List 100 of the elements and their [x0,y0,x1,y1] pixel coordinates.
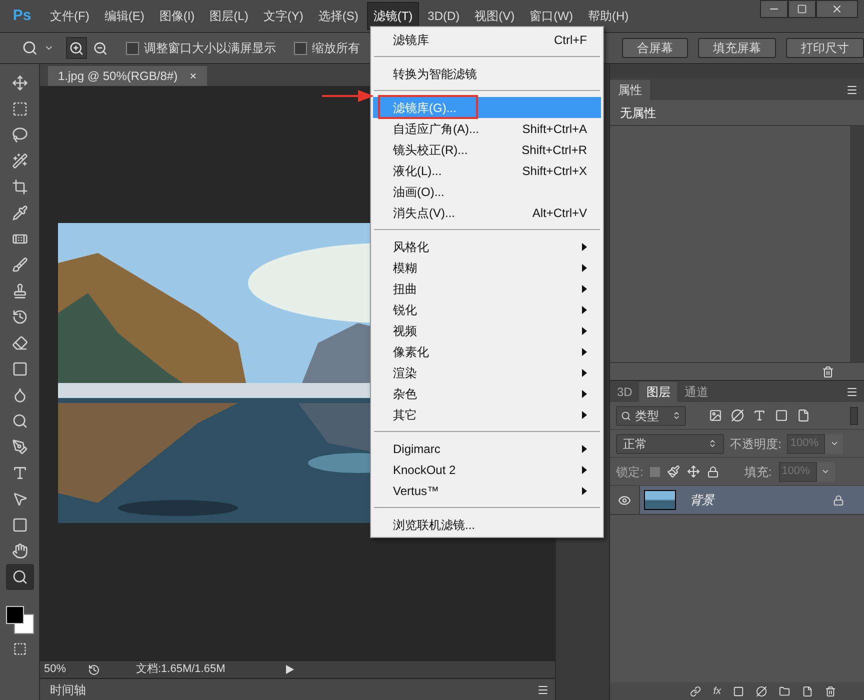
smart-object-filter-icon[interactable] [797,409,810,422]
caret-icon [821,467,830,476]
menu-entry[interactable]: 浏览联机滤镜... [373,514,601,535]
properties-tab[interactable]: 属性 [610,80,650,100]
stamp-tool-icon[interactable] [12,283,28,299]
history-brush-icon[interactable] [12,309,28,325]
menu-item[interactable]: 视图(V) [468,2,521,30]
panel-tab[interactable]: 图层 [639,382,678,402]
color-swatches-icon[interactable] [4,604,36,636]
menu-entry[interactable]: 杂色 [373,383,601,404]
menu-entry[interactable]: 油画(O)... [373,181,601,202]
maximize-button[interactable] [788,0,816,18]
option-button[interactable]: 打印尺寸 [786,38,864,58]
panel-tab[interactable]: 3D [610,382,640,402]
menu-item[interactable]: 帮助(H) [582,2,635,30]
menu-entry[interactable]: 扭曲 [373,278,601,299]
zoom-in-button[interactable] [66,37,88,59]
lock-label: 锁定: [616,464,644,480]
option-button[interactable]: 填充屏幕 [698,38,776,58]
eyedropper-icon[interactable] [12,205,28,221]
menu-entry[interactable]: 渲染 [373,362,601,383]
menu-item[interactable]: 3D(D) [422,2,466,30]
menu-item[interactable]: 文件(F) [44,2,96,30]
visibility-eye-icon[interactable] [618,494,631,506]
menu-entry[interactable]: 滤镜库 Ctrl+F [373,29,601,50]
eraser-tool-icon[interactable] [12,335,28,351]
menu-entry[interactable]: 自适应广角(A)... Shift+Ctrl+A [373,118,601,139]
option-button[interactable]: 合屏幕 [622,38,688,58]
menu-item[interactable]: 图层(L) [204,2,254,30]
status-icon[interactable] [88,664,100,676]
submenu-arrow-icon [582,444,587,452]
menu-item[interactable]: 图像(I) [153,2,201,30]
filter-toggle[interactable] [850,406,858,424]
menu-entry[interactable]: KnockOut 2 [373,459,601,480]
menu-entry[interactable]: Digimarc [373,438,601,459]
adjustment-icon[interactable] [756,686,767,696]
type-tool-icon[interactable] [12,465,28,481]
fx-icon[interactable]: fx [713,684,721,698]
layer-name: 背景 [690,492,714,509]
menu-entry[interactable]: Vertus™ [373,480,601,501]
new-layer-icon[interactable] [802,686,813,696]
rectangle-tool-icon[interactable] [12,517,28,533]
lock-position-icon[interactable] [687,465,700,478]
fill-label: 填充: [744,464,772,480]
panel-menu-icon[interactable] [537,684,549,696]
zoom-tool-icon[interactable] [12,569,28,585]
crop-tool-icon[interactable] [12,179,28,195]
panel-menu-icon[interactable] [846,84,858,96]
menu-entry[interactable]: 模糊 [373,257,601,278]
blur-tool-icon[interactable] [12,387,28,403]
quick-mask-icon[interactable] [12,642,26,656]
selection-arrow-icon[interactable] [12,491,28,507]
menu-item[interactable]: 编辑(E) [98,2,150,30]
folder-icon[interactable] [779,686,790,696]
image-filter-icon[interactable] [709,409,722,422]
zoom-tool-icon[interactable] [22,40,38,56]
close-button[interactable] [816,0,858,18]
layer-row[interactable]: 背景 [610,486,864,515]
menu-entry[interactable]: 视频 [373,320,601,341]
type-filter-icon[interactable] [753,409,766,422]
menu-item[interactable]: 窗口(W) [524,2,579,30]
menu-entry[interactable]: 镜头校正(R)... Shift+Ctrl+R [373,139,601,160]
marquee-tool-icon[interactable] [12,101,28,117]
shape-filter-icon[interactable] [775,409,788,422]
lock-pixels-icon[interactable] [667,465,680,478]
menu-entry[interactable]: 消失点(V)... Alt+Ctrl+V [373,202,601,223]
trash-icon[interactable] [825,686,836,696]
pen-tool-icon[interactable] [12,439,28,455]
search-icon [621,410,631,420]
brush-tool-icon[interactable] [12,257,28,273]
mask-icon[interactable] [733,686,744,696]
timeline-tab[interactable]: 时间轴 [40,680,96,698]
checkbox[interactable] [294,42,308,54]
menu-entry[interactable]: 液化(L)... Shift+Ctrl+X [373,160,601,181]
play-icon[interactable] [286,665,294,674]
link-icon[interactable] [690,686,702,696]
panel-menu-icon[interactable] [846,386,858,398]
adjustment-filter-icon[interactable] [731,409,744,422]
document-tab[interactable]: 1.jpg @ 50%(RGB/8#) × [48,66,207,86]
trash-icon[interactable] [822,366,834,378]
panel-tab[interactable]: 通道 [677,382,716,402]
menu-entry[interactable]: 像素化 [373,341,601,362]
hand-tool-icon[interactable] [12,543,28,559]
move-tool-icon[interactable] [12,75,28,91]
lasso-tool-icon[interactable] [12,127,28,143]
blend-mode-select[interactable]: 正常 [616,434,724,454]
menu-item[interactable]: 选择(S) [312,2,364,30]
lock-all-icon[interactable] [707,466,720,478]
zoom-out-icon[interactable] [93,40,108,56]
submenu-arrow-icon [582,264,587,272]
menu-entry[interactable]: 风格化 [373,236,601,257]
menu-entry[interactable]: 其它 [373,404,601,425]
scrollbar[interactable] [850,126,864,362]
tab-close-button[interactable]: × [190,67,197,85]
menu-entry[interactable]: 锐化 [373,299,601,320]
menu-entry[interactable]: 转换为智能滤镜 [373,63,601,84]
checkbox[interactable] [126,42,140,54]
layer-filter-select[interactable]: 类型 [616,406,686,426]
magic-wand-icon[interactable] [12,153,28,169]
menu-item[interactable]: 文字(Y) [257,2,310,30]
